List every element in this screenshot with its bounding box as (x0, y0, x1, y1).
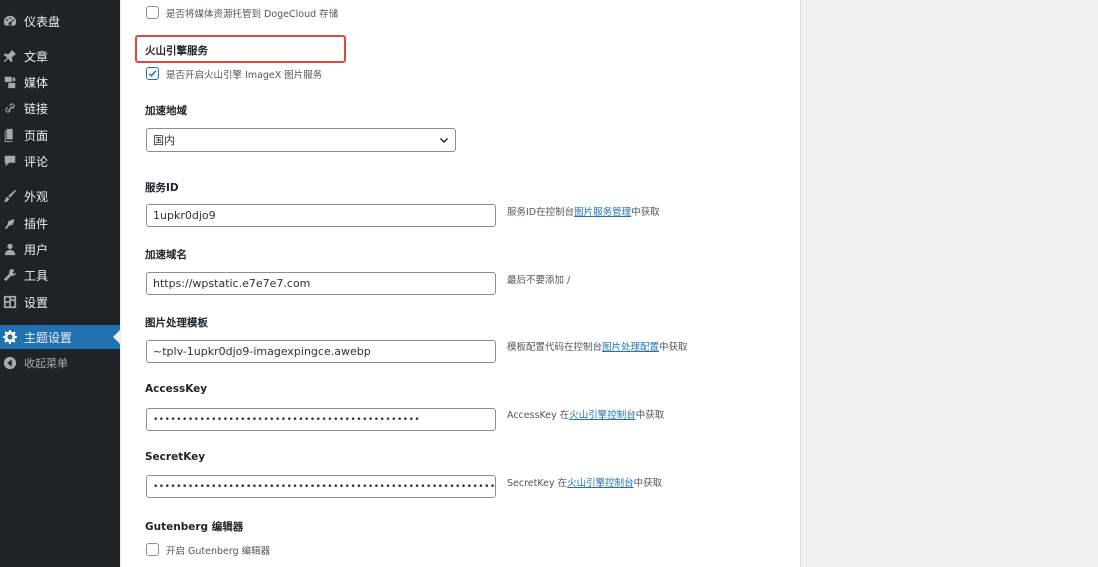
gutenberg-title: Gutenberg 编辑器 (145, 521, 244, 533)
sidebar-item-label: 文章 (24, 49, 49, 64)
sidebar-item-label: 评论 (24, 154, 49, 169)
secret-key-description: SecretKey 在火山引擎控制台中获取 (507, 475, 662, 489)
volcano-console-link[interactable]: 火山引擎控制台 (567, 478, 634, 489)
sidebar-item-pages[interactable]: 页面 (0, 123, 120, 147)
sidebar-item-label: 用户 (24, 242, 49, 257)
sidebar-item-label: 设置 (24, 295, 49, 310)
template-label: 图片处理模板 (145, 317, 208, 329)
region-value: 国内 (153, 134, 175, 147)
sidebar-item-posts[interactable]: 文章 (0, 44, 120, 68)
sidebar-item-appearance[interactable]: 外观 (0, 184, 120, 208)
template-description: 模板配置代码在控制台图片处理配置中获取 (507, 339, 688, 353)
chevron-down-icon (440, 138, 448, 143)
dogecloud-checkbox[interactable] (146, 6, 159, 19)
sidebar-item-label: 页面 (24, 128, 49, 143)
sidebar-item-label: 工具 (24, 268, 49, 283)
access-key-description: AccessKey 在火山引擎控制台中获取 (507, 407, 664, 421)
imagex-label: 是否开启火山引擎 ImageX 图片服务 (166, 70, 323, 81)
template-input[interactable]: ~tplv-1upkr0djo9-imagexpingce.awebp (146, 340, 496, 363)
imagex-checkbox[interactable] (146, 67, 159, 80)
sidebar-item-label: 插件 (24, 216, 49, 231)
desc-text: AccessKey 在 (507, 410, 570, 421)
link-icon (3, 101, 17, 115)
sidebar-item-label: 链接 (24, 101, 49, 116)
desc-text: SecretKey 在 (507, 478, 568, 489)
region-select[interactable]: 国内 (146, 128, 456, 152)
sidebar-item-dashboard[interactable]: 仪表盘 (0, 9, 120, 33)
service-id-label: 服务ID (145, 182, 179, 194)
plugin-icon (3, 216, 17, 230)
collapse-menu-button[interactable]: 收起菜单 (0, 351, 120, 375)
sidebar-item-label: 仪表盘 (24, 14, 61, 29)
sidebar-item-tools[interactable]: 工具 (0, 263, 120, 287)
dogecloud-label: 是否将媒体资源托管到 DogeCloud 存储 (166, 9, 339, 20)
settings-panel: 是否将媒体资源托管到 DogeCloud 存储 火山引擎服务 是否开启火山引擎 … (121, 0, 801, 567)
service-id-description: 服务ID在控制台图片服务管理中获取 (507, 204, 660, 218)
sidebar-item-plugins[interactable]: 插件 (0, 211, 120, 235)
gutenberg-checkbox[interactable] (146, 543, 159, 556)
sidebar-item-media[interactable]: 媒体 (0, 70, 120, 94)
gutenberg-label: 开启 Gutenberg 编辑器 (166, 546, 271, 557)
desc-text: 服务ID在控制台 (507, 207, 575, 218)
brush-icon (3, 189, 17, 203)
dashboard-icon (3, 14, 17, 28)
user-icon (3, 242, 17, 256)
checkmark-icon (148, 70, 157, 77)
sidebar-item-label: 外观 (24, 189, 49, 204)
region-label: 加速地域 (145, 105, 187, 117)
secret-key-label: SecretKey (145, 451, 206, 463)
desc-text: 模板配置代码在控制台 (507, 342, 603, 353)
domain-input[interactable]: https://wpstatic.e7e7e7.com (146, 272, 496, 295)
image-service-link[interactable]: 图片服务管理 (574, 207, 631, 218)
desc-text: 中获取 (659, 342, 688, 353)
desc-text: 中获取 (635, 410, 665, 421)
secret-key-input[interactable]: ••••••••••••••••••••••••••••••••••••••••… (146, 475, 496, 498)
sidebar-item-label: 主题设置 (24, 330, 73, 345)
sidebar-item-links[interactable]: 链接 (0, 96, 120, 120)
domain-label: 加速域名 (145, 249, 187, 261)
wrench-icon (3, 268, 17, 282)
sidebar-item-theme-settings[interactable]: 主题设置 (0, 325, 120, 349)
section-title-volcano: 火山引擎服务 (145, 45, 208, 57)
sidebar-item-users[interactable]: 用户 (0, 237, 120, 261)
image-process-config-link[interactable]: 图片处理配置 (602, 342, 659, 353)
comment-icon (3, 154, 17, 168)
admin-sidebar: 仪表盘 文章 媒体 链接 页面 评论 外观 插件 用户 工具 设置 主题设置 收… (0, 0, 120, 567)
sidebar-item-settings[interactable]: 设置 (0, 290, 120, 314)
volcano-console-link[interactable]: 火山引擎控制台 (569, 410, 636, 421)
pin-icon (3, 49, 17, 63)
desc-text: 中获取 (633, 478, 663, 489)
collapse-icon (3, 356, 17, 370)
sidebar-item-label: 收起菜单 (24, 357, 68, 370)
service-id-input[interactable]: 1upkr0djo9 (146, 204, 496, 227)
gear-icon (3, 330, 17, 344)
sidebar-item-label: 媒体 (24, 75, 49, 90)
settings-icon (3, 295, 17, 309)
access-key-label: AccessKey (145, 383, 208, 395)
sidebar-item-comments[interactable]: 评论 (0, 149, 120, 173)
domain-description: 最后不要添加 / (507, 275, 571, 286)
page-icon (3, 128, 17, 142)
access-key-input[interactable]: ••••••••••••••••••••••••••••••••••••••••… (146, 408, 496, 431)
desc-text: 中获取 (631, 207, 660, 218)
media-icon (3, 75, 17, 89)
